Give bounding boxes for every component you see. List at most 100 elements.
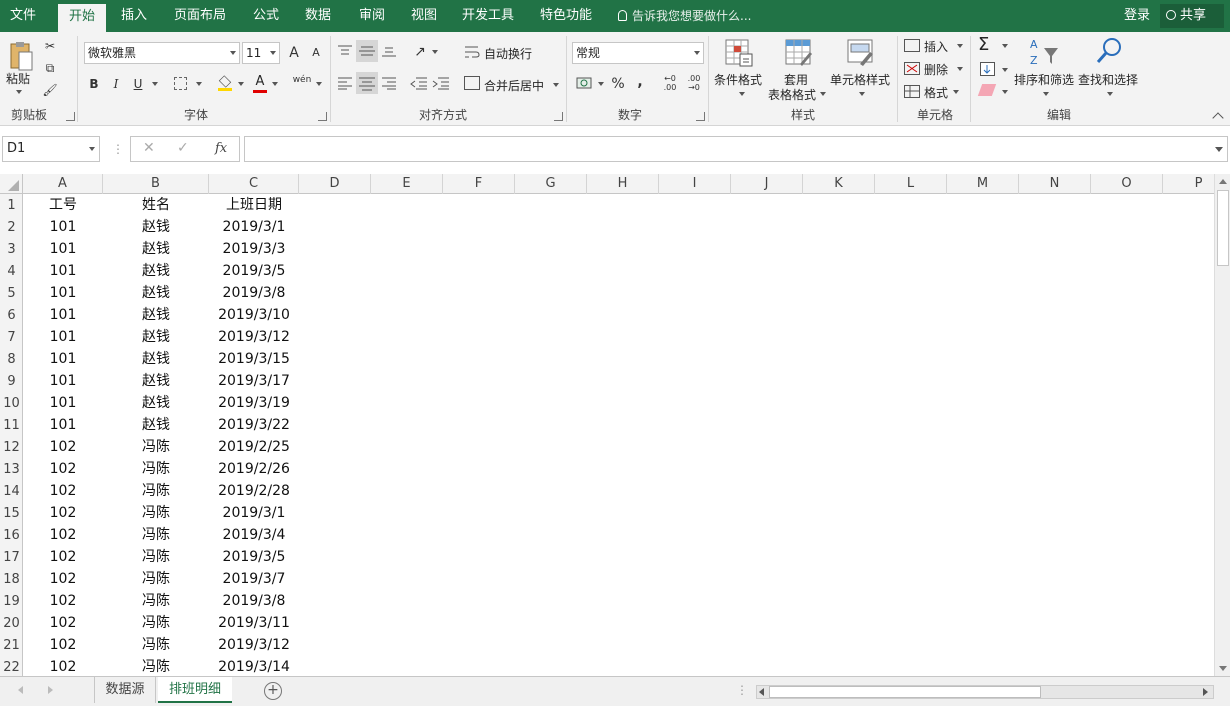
cut-icon[interactable]: ✂ (40, 36, 60, 56)
cell-b10[interactable]: 赵钱 (103, 392, 209, 414)
delete-cells-icon[interactable] (904, 62, 920, 75)
cell-c8[interactable]: 2019/3/15 (209, 348, 299, 370)
column-header-b[interactable]: B (103, 174, 209, 194)
cell-a20[interactable]: 102 (23, 612, 103, 634)
cell-a12[interactable]: 102 (23, 436, 103, 458)
number-launcher-icon[interactable] (696, 112, 705, 121)
name-box[interactable]: D1 (2, 136, 100, 162)
select-all-button[interactable] (0, 174, 23, 194)
cell-styles-dropdown-icon[interactable] (859, 92, 865, 96)
tab-home[interactable]: 开始 (58, 4, 106, 32)
cell-c7[interactable]: 2019/3/12 (209, 326, 299, 348)
align-bottom-icon[interactable] (380, 44, 398, 58)
format-cells-label[interactable]: 格式 (924, 84, 948, 101)
row-header[interactable]: 4 (0, 260, 22, 282)
column-header-a[interactable]: A (23, 174, 103, 194)
cell-a5[interactable]: 101 (23, 282, 103, 304)
fill-icon[interactable] (980, 62, 995, 76)
cell-b11[interactable]: 赵钱 (103, 414, 209, 436)
cell-b17[interactable]: 冯陈 (103, 546, 209, 568)
tab-data[interactable]: 数据 (296, 0, 340, 32)
cell-a8[interactable]: 101 (23, 348, 103, 370)
tab-view[interactable]: 视图 (402, 0, 446, 32)
column-header-g[interactable]: G (515, 174, 587, 194)
font-size-select[interactable]: 11 (242, 42, 280, 64)
cell-c14[interactable]: 2019/2/28 (209, 480, 299, 502)
cell-a10[interactable]: 101 (23, 392, 103, 414)
column-header-k[interactable]: K (803, 174, 875, 194)
orientation-icon[interactable]: ↗ (410, 42, 430, 62)
sheet-tab-data-source[interactable]: 数据源 (94, 677, 156, 703)
font-launcher-icon[interactable] (318, 112, 327, 121)
column-header-e[interactable]: E (371, 174, 443, 194)
fill-dropdown-icon[interactable] (1002, 68, 1008, 72)
column-header-d[interactable]: D (299, 174, 371, 194)
font-name-select[interactable]: 微软雅黑 (84, 42, 240, 64)
sort-dropdown-icon[interactable] (1043, 92, 1049, 96)
conditional-format-icon[interactable] (724, 38, 754, 68)
row-header[interactable]: 18 (0, 568, 22, 590)
cell-a6[interactable]: 101 (23, 304, 103, 326)
percent-button[interactable]: % (608, 74, 628, 94)
cell-c6[interactable]: 2019/3/10 (209, 304, 299, 326)
expand-formula-icon[interactable] (1215, 147, 1223, 152)
shrink-font-button[interactable]: A (306, 43, 326, 63)
sort-filter-label[interactable]: 排序和筛选 (1014, 71, 1074, 88)
align-middle-icon[interactable] (356, 40, 378, 62)
horizontal-scroll-thumb[interactable] (769, 686, 1041, 698)
cell-c15[interactable]: 2019/3/1 (209, 502, 299, 524)
formula-bar-grip-icon[interactable]: ⋮ (112, 140, 124, 158)
row-header[interactable]: 15 (0, 502, 22, 524)
enter-icon[interactable]: ✓ (177, 140, 189, 156)
column-header-f[interactable]: F (443, 174, 515, 194)
paste-dropdown-icon[interactable] (16, 90, 22, 94)
wrap-text-icon[interactable] (464, 44, 480, 60)
row-header[interactable]: 8 (0, 348, 22, 370)
cell-a21[interactable]: 102 (23, 634, 103, 656)
accounting-format-icon[interactable] (576, 76, 594, 90)
cell-b15[interactable]: 冯陈 (103, 502, 209, 524)
format-dropdown-icon[interactable] (953, 90, 959, 94)
horizontal-scrollbar[interactable] (756, 685, 1214, 699)
tab-split-grip-icon[interactable]: ⋮ (736, 683, 748, 697)
cell-styles-label[interactable]: 单元格样式 (830, 71, 890, 88)
orientation-dropdown-icon[interactable] (432, 50, 438, 54)
clipboard-launcher-icon[interactable] (66, 112, 75, 121)
cell-c16[interactable]: 2019/3/4 (209, 524, 299, 546)
column-header-j[interactable]: J (731, 174, 803, 194)
cell-c4[interactable]: 2019/3/5 (209, 260, 299, 282)
font-color-dropdown-icon[interactable] (272, 82, 278, 86)
scroll-left-icon[interactable] (759, 688, 764, 696)
autosum-dropdown-icon[interactable] (1002, 44, 1008, 48)
decrease-decimal-button[interactable]: .00 →0 (684, 74, 704, 94)
bold-button[interactable]: B (84, 74, 104, 94)
format-as-table-label-2[interactable]: 表格格式 (768, 86, 816, 103)
row-header[interactable]: 14 (0, 480, 22, 502)
alignment-launcher-icon[interactable] (554, 112, 563, 121)
wrap-text-label[interactable]: 自动换行 (484, 45, 532, 62)
tab-insert[interactable]: 插入 (112, 0, 156, 32)
cell-a18[interactable]: 102 (23, 568, 103, 590)
find-select-icon[interactable] (1094, 36, 1124, 66)
cell-c11[interactable]: 2019/3/22 (209, 414, 299, 436)
cell-a1[interactable]: 工号 (23, 194, 103, 216)
align-center-icon[interactable] (356, 72, 378, 94)
formula-input[interactable] (244, 136, 1228, 162)
cell-b6[interactable]: 赵钱 (103, 304, 209, 326)
clear-dropdown-icon[interactable] (1002, 90, 1008, 94)
cell-a16[interactable]: 102 (23, 524, 103, 546)
sort-filter-icon[interactable]: AZ (1028, 36, 1060, 68)
row-header[interactable]: 1 (0, 194, 22, 216)
cell-b2[interactable]: 赵钱 (103, 216, 209, 238)
format-cells-icon[interactable] (904, 85, 920, 98)
format-as-table-icon[interactable] (784, 38, 814, 68)
cell-b13[interactable]: 冯陈 (103, 458, 209, 480)
cell-a15[interactable]: 102 (23, 502, 103, 524)
format-painter-icon[interactable]: 🖌 (40, 80, 60, 100)
paste-button[interactable] (8, 40, 34, 72)
merge-center-label[interactable]: 合并后居中 (484, 77, 544, 94)
cell-c12[interactable]: 2019/2/25 (209, 436, 299, 458)
number-format-select[interactable]: 常规 (572, 42, 704, 64)
cell-b19[interactable]: 冯陈 (103, 590, 209, 612)
decrease-indent-icon[interactable] (410, 76, 428, 90)
